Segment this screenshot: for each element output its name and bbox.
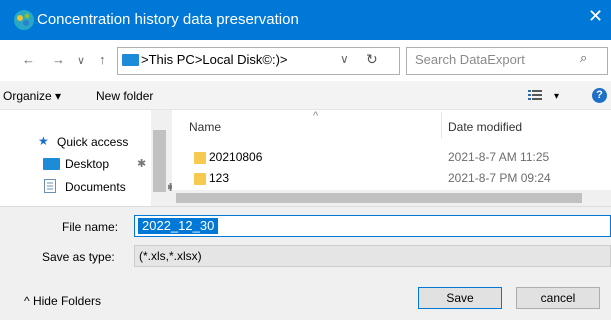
- sidebar-item-quick-access[interactable]: Quick access: [57, 135, 128, 149]
- view-dropdown-chevron-icon[interactable]: ▾: [554, 91, 559, 102]
- up-arrow-icon[interactable]: ↑: [99, 52, 106, 67]
- pin-icon[interactable]: ✱: [137, 157, 146, 170]
- window-title: Concentration history data preservation: [37, 11, 299, 28]
- this-pc-icon: [122, 54, 139, 66]
- sort-ascending-icon: ^: [313, 110, 319, 122]
- new-folder-button[interactable]: New folder: [96, 89, 153, 103]
- recent-locations-chevron-icon[interactable]: ∨: [77, 54, 85, 67]
- documents-icon: [44, 179, 56, 193]
- sidebar-scrollbar-thumb[interactable]: [153, 130, 166, 192]
- help-icon[interactable]: ?: [592, 88, 607, 103]
- save-as-type-label: Save as type:: [42, 250, 115, 264]
- horizontal-scrollbar-thumb[interactable]: [176, 193, 582, 203]
- file-name-value[interactable]: 2022_12_30: [138, 218, 219, 234]
- back-arrow-icon[interactable]: ←: [22, 52, 35, 67]
- search-placeholder[interactable]: Search DataExport: [415, 52, 525, 67]
- hide-folders-button[interactable]: ^ Hide Folders: [24, 294, 101, 308]
- divider: [0, 206, 611, 207]
- file-name-label: File name:: [62, 220, 119, 234]
- file-row-date: 2021-8-7 AM 11:25: [448, 150, 550, 164]
- view-options-icon[interactable]: [528, 90, 542, 100]
- search-icon: ⌕: [580, 50, 588, 65]
- desktop-icon: [43, 158, 60, 170]
- address-path[interactable]: >This PC>Local Disk©:)>: [141, 52, 288, 67]
- close-icon[interactable]: ✕: [588, 6, 603, 27]
- refresh-icon[interactable]: ↻: [366, 51, 378, 68]
- cancel-button[interactable]: cancel: [516, 287, 600, 309]
- folder-icon: [194, 152, 206, 164]
- file-row-name[interactable]: 20210806: [209, 150, 262, 164]
- column-header-name[interactable]: Name: [189, 120, 221, 134]
- sidebar-item-documents[interactable]: Documents: [65, 180, 126, 194]
- command-toolbar: [0, 81, 611, 110]
- app-logo-icon: [14, 10, 34, 30]
- organize-menu-button[interactable]: Organize ▾: [3, 89, 61, 103]
- save-as-type-select[interactable]: [134, 245, 611, 267]
- folder-icon: [194, 173, 206, 185]
- sidebar-item-desktop[interactable]: Desktop: [65, 157, 109, 171]
- star-icon: ★: [38, 134, 49, 148]
- column-header-date-modified[interactable]: Date modified: [448, 120, 522, 134]
- save-button[interactable]: Save: [418, 287, 502, 309]
- file-row-name[interactable]: 123: [209, 171, 229, 185]
- file-row-date: 2021-8-7 PM 09:24: [448, 171, 551, 185]
- address-dropdown-chevron-icon[interactable]: ∨: [340, 52, 349, 66]
- column-divider[interactable]: [441, 112, 442, 138]
- forward-arrow-icon[interactable]: →: [52, 52, 65, 67]
- save-as-type-value[interactable]: (*.xls,*.xlsx): [139, 249, 202, 263]
